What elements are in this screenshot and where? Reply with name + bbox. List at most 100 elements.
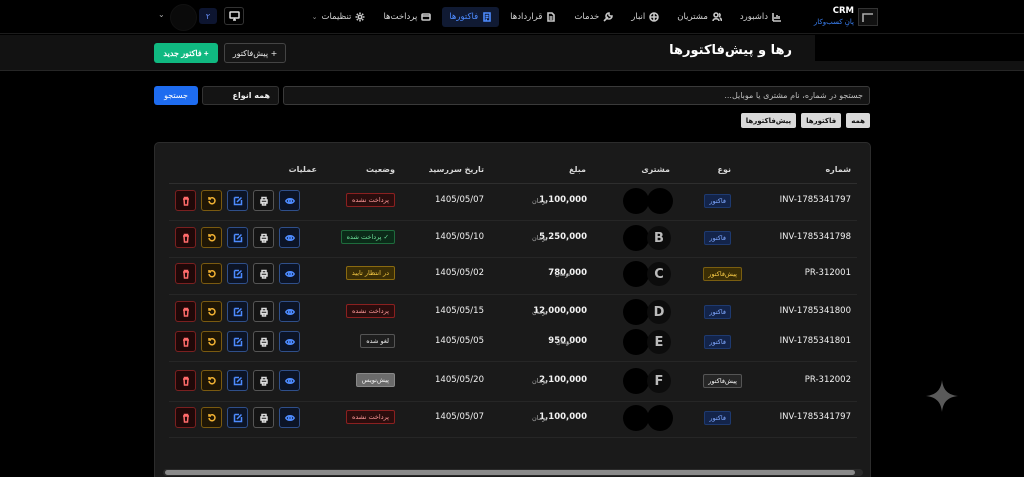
horizontal-scrollbar[interactable] [163,469,863,476]
customer-initial[interactable]: C [647,262,671,286]
invoice-number[interactable]: INV-1785341801 [780,336,851,346]
convert-button[interactable] [201,407,222,428]
nav-invoices[interactable]: فاکتورها [442,7,500,27]
table-row: PR-312001 پیش‌فاکتور C 780,000 تومان 1405/05/… [169,260,857,288]
print-button[interactable] [253,190,274,211]
printer-icon [259,196,268,206]
edit-button[interactable] [227,301,248,322]
new-proforma-button[interactable]: + پیش‌فاکتور [224,43,286,63]
sparkle-icon[interactable] [924,378,960,414]
nav-payments[interactable]: پرداخت‌ها [376,7,438,27]
delete-button[interactable] [175,227,196,248]
delete-button[interactable] [175,370,196,391]
view-button[interactable] [279,190,300,211]
filter-invoices[interactable]: فاکتورها [801,113,842,128]
customer-avatar [623,261,649,287]
view-button[interactable] [279,331,300,352]
invoice-number[interactable]: PR-312002 [805,375,851,385]
customer-initial[interactable]: D [647,300,671,324]
chevron-down-icon[interactable]: ⌄ [158,10,165,19]
row-divider [169,437,857,438]
type-select[interactable]: همه انواع [202,86,279,105]
col-customer: مشتری [641,165,670,174]
currency-unit: تومان [532,414,548,422]
search-button[interactable]: جستجو [154,86,198,105]
view-button[interactable] [279,301,300,322]
print-button[interactable] [253,227,274,248]
edit-button[interactable] [227,370,248,391]
customer-avatar[interactable] [647,405,673,431]
edit-button[interactable] [227,227,248,248]
delete-button[interactable] [175,263,196,284]
print-button[interactable] [253,370,274,391]
print-button[interactable] [253,301,274,322]
edit-icon [233,413,242,422]
nav-settings[interactable]: تنظیمات ⌄ [305,7,373,27]
nav-contracts[interactable]: قراردادها [503,7,563,27]
page-title: رها و پیش‌فاکتورها [669,43,792,58]
convert-button[interactable] [201,227,222,248]
nav-inventory[interactable]: انبار [624,7,666,27]
trash-icon [182,196,189,206]
customer-initial[interactable]: B [647,226,671,250]
currency-unit: تومان [532,308,548,316]
filter-all[interactable]: همه [846,113,870,128]
delete-button[interactable] [175,301,196,322]
currency-unit: تومان [532,377,548,385]
monitor-toggle-button[interactable] [224,7,244,25]
view-button[interactable] [279,407,300,428]
convert-button[interactable] [201,190,222,211]
currency-unit: تومان [532,234,548,242]
edit-button[interactable] [227,190,248,211]
filter-proformas[interactable]: پیش‌فاکتورها [740,113,797,128]
convert-button[interactable] [201,263,222,284]
invoice-number[interactable]: INV-1785341797 [780,412,851,422]
edit-button[interactable] [227,331,248,352]
trash-icon [182,376,189,386]
brand-title: CRM [832,6,854,16]
customer-initial[interactable]: E [647,330,671,354]
view-button[interactable] [279,370,300,391]
nav-dashboard[interactable]: داشبورد [733,7,789,27]
status-badge: در انتظار تایید [345,266,395,280]
delete-button[interactable] [175,190,196,211]
view-button[interactable] [279,227,300,248]
card-icon [421,13,432,21]
edit-icon [233,376,242,385]
eye-icon [284,377,295,384]
col-actions: عملیات [288,165,317,174]
invoice-number[interactable]: INV-1785341798 [780,232,851,242]
nav-services[interactable]: خدمات [567,7,620,27]
status-badge: پرداخت نشده [346,304,395,318]
edit-button[interactable] [227,263,248,284]
convert-button[interactable] [201,370,222,391]
delete-button[interactable] [175,407,196,428]
edit-icon [233,307,242,316]
status-badge: پیش‌نویس [355,373,395,387]
print-button[interactable] [253,263,274,284]
notification-badge[interactable]: ۲ [199,8,217,24]
page-header: رها و پیش‌فاکتورها + فاکتور جدید + پیش‌ف… [0,35,1024,71]
view-button[interactable] [279,263,300,284]
filter-chips: همه فاکتورها پیش‌فاکتورها [740,113,870,128]
nav-contracts-label: قراردادها [510,12,543,22]
search-input[interactable] [283,86,870,105]
invoice-number[interactable]: INV-1785341800 [780,306,851,316]
customer-initial[interactable]: F [647,369,671,393]
convert-button[interactable] [201,301,222,322]
customer-avatar[interactable] [647,188,673,214]
edit-button[interactable] [227,407,248,428]
brand-subtitle: پانِ کسب‌وکار [813,18,854,26]
scrollbar-thumb[interactable] [165,470,855,475]
due-date: 1405/05/15 [435,306,484,316]
user-avatar[interactable] [170,4,197,31]
nav-customers[interactable]: مشتریان [670,7,729,27]
delete-button[interactable] [175,331,196,352]
invoice-number[interactable]: INV-1785341797 [780,195,851,205]
print-button[interactable] [253,331,274,352]
print-button[interactable] [253,407,274,428]
convert-button[interactable] [201,331,222,352]
invoice-number[interactable]: PR-312001 [805,268,851,278]
new-invoice-button[interactable]: + فاکتور جدید [154,43,218,63]
brand[interactable]: CRM پانِ کسب‌وکار [802,6,878,28]
